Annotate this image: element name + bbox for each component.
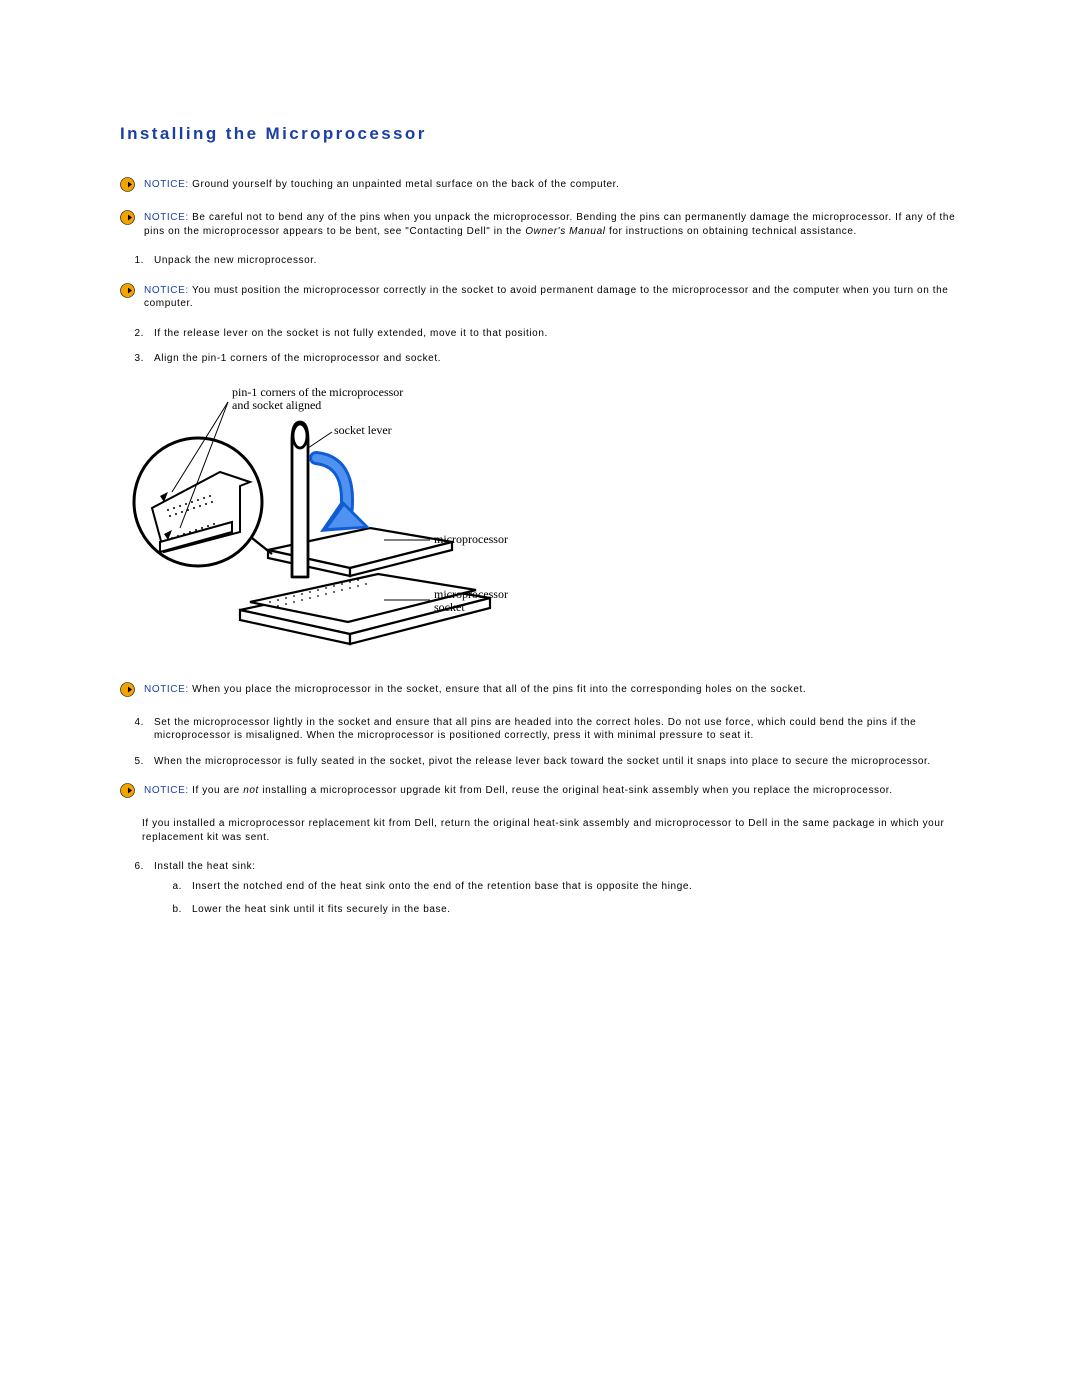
- step-text: When the microprocessor is fully seated …: [154, 755, 960, 769]
- notice-icon: [120, 283, 138, 301]
- notice-icon: [120, 783, 138, 801]
- step-6a: a. Insert the notched end of the heat si…: [154, 880, 960, 894]
- step-text: Set the microprocessor lightly in the so…: [154, 716, 960, 743]
- step-4: 4. Set the microprocessor lightly in the…: [120, 716, 960, 743]
- substep-text: Insert the notched end of the heat sink …: [192, 880, 692, 894]
- step-3: 3. Align the pin-1 corners of the microp…: [120, 352, 960, 366]
- notice-bend-pins: NOTICE: Be careful not to bend any of th…: [120, 211, 960, 238]
- step-text: Align the pin-1 corners of the microproc…: [154, 352, 960, 366]
- notice-body: Ground yourself by touching an unpainted…: [192, 179, 619, 190]
- step-6: 6. Install the heat sink: a. Insert the …: [120, 860, 960, 927]
- owners-manual-ref: Owner's Manual: [525, 226, 605, 237]
- return-paragraph: If you installed a microprocessor replac…: [142, 817, 960, 844]
- notice-body-part: installing a microprocessor upgrade kit …: [259, 785, 893, 796]
- step-text-body: Install the heat sink:: [154, 861, 256, 872]
- diagram-label-socket: socket: [434, 600, 465, 614]
- diagram-label-socket: microprocessor: [434, 587, 508, 601]
- notice-text: NOTICE: Ground yourself by touching an u…: [144, 178, 960, 192]
- notice-ground: NOTICE: Ground yourself by touching an u…: [120, 178, 960, 195]
- step-5: 5. When the microprocessor is fully seat…: [120, 755, 960, 769]
- section-title: Installing the Microprocessor: [120, 124, 960, 144]
- notice-label: NOTICE:: [144, 179, 189, 190]
- steps-list: 4. Set the microprocessor lightly in the…: [120, 716, 960, 769]
- step-6b: b. Lower the heat sink until it fits sec…: [154, 903, 960, 917]
- notice-icon: [120, 177, 138, 195]
- diagram-label-pin1: and socket aligned: [232, 398, 321, 412]
- notice-text: NOTICE: You must position the microproce…: [144, 284, 960, 311]
- notice-text: NOTICE: If you are not installing a micr…: [144, 784, 960, 798]
- not-emphasis: not: [243, 785, 259, 796]
- step-number: 6.: [120, 860, 154, 927]
- diagram-label-proc: microprocessor: [434, 532, 508, 546]
- diagram-label-pin1: pin-1 corners of the microprocessor: [232, 385, 403, 399]
- step-number: 1.: [120, 254, 154, 268]
- substep-letter: a.: [154, 880, 192, 894]
- notice-place: NOTICE: When you place the microprocesso…: [120, 683, 960, 700]
- notice-text: NOTICE: Be careful not to bend any of th…: [144, 211, 960, 238]
- steps-list: 1. Unpack the new microprocessor.: [120, 254, 960, 268]
- notice-body-part: If you are: [192, 785, 243, 796]
- steps-list: 6. Install the heat sink: a. Insert the …: [120, 860, 960, 927]
- notice-label: NOTICE:: [144, 285, 189, 296]
- step-text: Unpack the new microprocessor.: [154, 254, 960, 268]
- notice-label: NOTICE:: [144, 785, 189, 796]
- notice-heatsink-reuse: NOTICE: If you are not installing a micr…: [120, 784, 960, 801]
- step-number: 5.: [120, 755, 154, 769]
- step-2: 2. If the release lever on the socket is…: [120, 327, 960, 341]
- substep-text: Lower the heat sink until it fits secure…: [192, 903, 451, 917]
- step-text: If the release lever on the socket is no…: [154, 327, 960, 341]
- notice-text: NOTICE: When you place the microprocesso…: [144, 683, 960, 697]
- step-number: 3.: [120, 352, 154, 366]
- step-number: 4.: [120, 716, 154, 743]
- notice-icon: [120, 682, 138, 700]
- steps-list: 2. If the release lever on the socket is…: [120, 327, 960, 366]
- step-text: Install the heat sink: a. Insert the not…: [154, 860, 960, 927]
- notice-label: NOTICE:: [144, 212, 189, 223]
- document-page: Installing the Microprocessor NOTICE: Gr…: [0, 0, 1080, 1003]
- step-1: 1. Unpack the new microprocessor.: [120, 254, 960, 268]
- notice-icon: [120, 210, 138, 228]
- notice-body: You must position the microprocessor cor…: [144, 285, 948, 310]
- step-number: 2.: [120, 327, 154, 341]
- notice-label: NOTICE:: [144, 684, 189, 695]
- install-diagram: pin-1 corners of the microprocessor and …: [120, 382, 960, 655]
- notice-body-part: for instructions on obtaining technical …: [606, 226, 857, 237]
- notice-body: When you place the microprocessor in the…: [192, 684, 806, 695]
- substeps-list: a. Insert the notched end of the heat si…: [154, 880, 960, 917]
- substep-letter: b.: [154, 903, 192, 917]
- diagram-label-lever: socket lever: [334, 423, 392, 437]
- notice-position: NOTICE: You must position the microproce…: [120, 284, 960, 311]
